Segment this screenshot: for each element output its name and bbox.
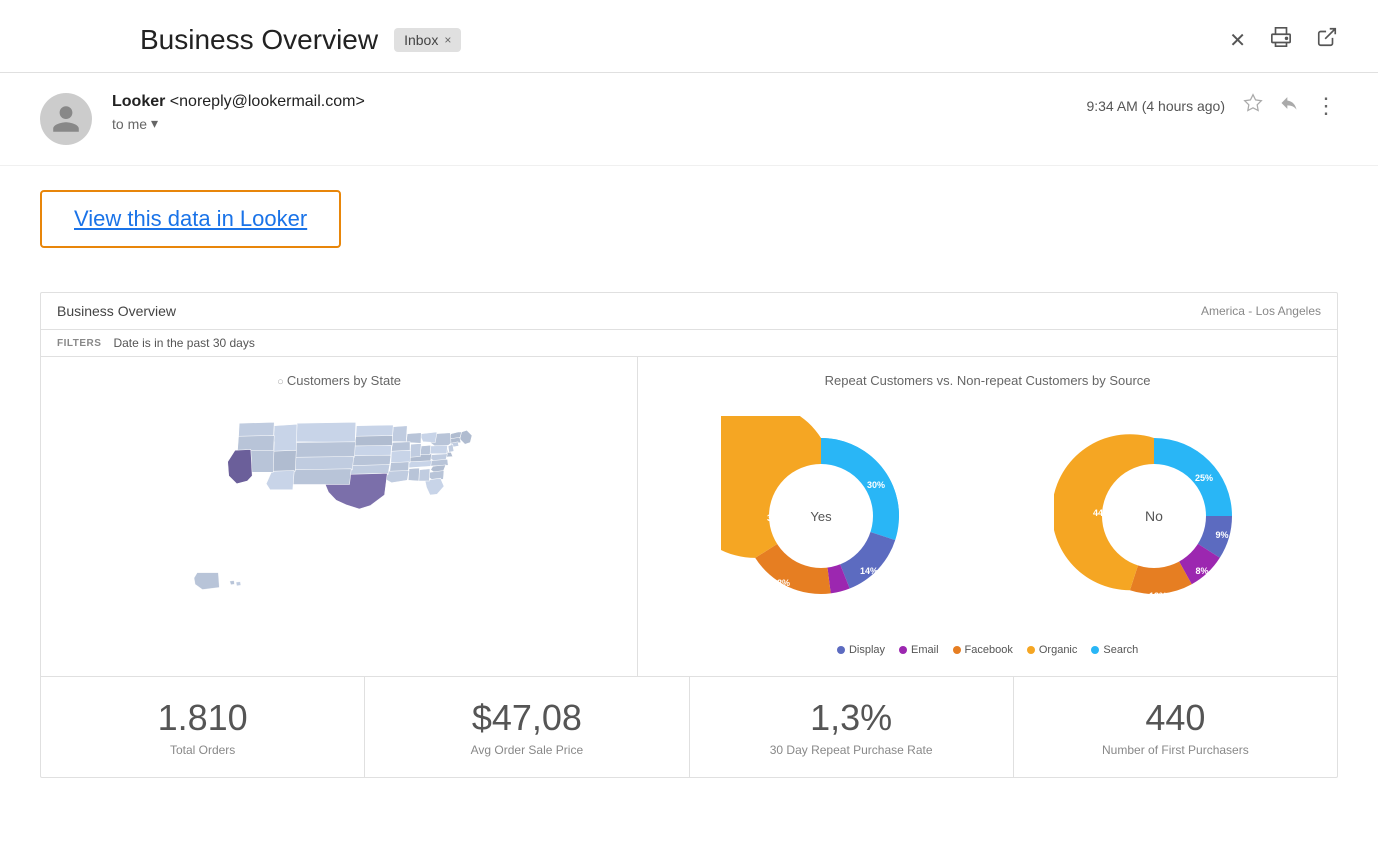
legend-search-dot (1091, 646, 1099, 654)
legend-email: Email (899, 644, 939, 656)
dashboard-filters: FILTERS Date is in the past 30 days (41, 330, 1337, 357)
svg-text:9%: 9% (1216, 530, 1229, 540)
stats-row: 1.810 Total Orders $47,08 Avg Order Sale… (41, 677, 1337, 777)
dashboard-title: Business Overview (57, 303, 176, 319)
sender-name: Looker (112, 93, 165, 110)
donut-chart-title: Repeat Customers vs. Non-repeat Customer… (654, 373, 1321, 388)
dashboard-header: Business Overview America - Los Angeles (41, 293, 1337, 330)
stat-total-orders: 1.810 Total Orders (41, 677, 365, 777)
svg-text:No: No (1145, 508, 1163, 524)
map-panel: ○ Customers by State (41, 357, 638, 676)
legend-search-label: Search (1103, 644, 1138, 656)
donut-no: No 25% 9% 8% 13% 44% (1054, 416, 1254, 616)
sender-row: Looker <noreply@lookermail.com> to me ▾ … (0, 73, 1378, 166)
open-external-icon[interactable] (1316, 26, 1338, 54)
avatar (40, 93, 92, 145)
legend-display: Display (837, 644, 885, 656)
legend-display-dot (837, 646, 845, 654)
svg-text:30%: 30% (867, 480, 885, 490)
stat-total-orders-value: 1.810 (57, 697, 348, 739)
star-icon[interactable] (1243, 93, 1263, 119)
collapse-icon[interactable]: ✕ (1229, 28, 1246, 53)
svg-text:13%: 13% (1149, 591, 1167, 601)
inbox-label: Inbox (404, 32, 438, 48)
more-icon[interactable]: ⋮ (1315, 93, 1338, 119)
sender-meta: 9:34 AM (4 hours ago) ⋮ (1086, 93, 1338, 119)
chart-legend: Display Email Facebook Organic (654, 636, 1321, 660)
map-chart-title: ○ Customers by State (57, 373, 621, 388)
view-looker-link[interactable]: View this data in Looker (40, 190, 341, 248)
stat-first-purchasers: 440 Number of First Purchasers (1014, 677, 1337, 777)
svg-text:25%: 25% (1195, 473, 1213, 483)
sender-info: Looker <noreply@lookermail.com> to me ▾ (112, 93, 1086, 132)
email-title-area: Business Overview Inbox × (140, 24, 461, 56)
sender-to-text: to me (112, 116, 147, 132)
map-container (57, 396, 621, 636)
svg-text:14%: 14% (860, 566, 878, 576)
dashboard-embed: Business Overview America - Los Angeles … (40, 292, 1338, 778)
donut-yes-chart: Yes 30% 14% 4% 18% 35% (721, 416, 921, 616)
sender-to-chevron[interactable]: ▾ (151, 115, 158, 132)
filters-label: FILTERS (57, 338, 101, 349)
legend-organic-dot (1027, 646, 1035, 654)
inbox-close-icon[interactable]: × (444, 33, 451, 47)
email-body: View this data in Looker Business Overvi… (0, 166, 1378, 802)
sender-time: 9:34 AM (4 hours ago) (1086, 98, 1225, 114)
legend-email-label: Email (911, 644, 939, 656)
email-title: Business Overview (140, 24, 378, 56)
legend-facebook: Facebook (953, 644, 1013, 656)
dashboard-timezone: America - Los Angeles (1201, 304, 1321, 318)
svg-text:35%: 35% (767, 513, 785, 523)
sender-to: to me ▾ (112, 115, 1086, 132)
donut-panel: Repeat Customers vs. Non-repeat Customer… (638, 357, 1337, 676)
svg-text:4%: 4% (814, 593, 827, 603)
legend-search: Search (1091, 644, 1138, 656)
svg-text:18%: 18% (772, 578, 790, 588)
view-looker-container: View this data in Looker (40, 190, 1338, 272)
reply-icon[interactable] (1279, 93, 1299, 119)
legend-facebook-label: Facebook (965, 644, 1013, 656)
svg-text:44%: 44% (1093, 508, 1111, 518)
sender-name-line: Looker <noreply@lookermail.com> (112, 93, 1086, 111)
donut-yes: Yes 30% 14% 4% 18% 35% (721, 416, 921, 616)
stat-first-purchasers-label: Number of First Purchasers (1030, 743, 1321, 757)
legend-email-dot (899, 646, 907, 654)
sender-actions: ⋮ (1243, 93, 1338, 119)
stat-avg-order-label: Avg Order Sale Price (381, 743, 672, 757)
donut-no-chart: No 25% 9% 8% 13% 44% (1054, 416, 1254, 616)
print-icon[interactable] (1270, 26, 1292, 54)
legend-facebook-dot (953, 646, 961, 654)
avatar-icon (50, 103, 82, 135)
stat-avg-order: $47,08 Avg Order Sale Price (365, 677, 689, 777)
stat-repeat-rate-label: 30 Day Repeat Purchase Rate (706, 743, 997, 757)
stat-repeat-rate-value: 1,3% (706, 697, 997, 739)
header-icons: ✕ (1229, 26, 1338, 54)
stat-avg-order-value: $47,08 (381, 697, 672, 739)
svg-text:Yes: Yes (810, 509, 832, 524)
donuts-container: Yes 30% 14% 4% 18% 35% (654, 396, 1321, 636)
email-header: Business Overview Inbox × ✕ (0, 0, 1378, 73)
charts-row: ○ Customers by State (41, 357, 1337, 677)
stat-total-orders-label: Total Orders (57, 743, 348, 757)
legend-organic: Organic (1027, 644, 1078, 656)
svg-text:8%: 8% (1196, 566, 1209, 576)
stat-first-purchasers-value: 440 (1030, 697, 1321, 739)
inbox-badge: Inbox × (394, 28, 461, 52)
us-map-svg (154, 411, 524, 621)
sender-email: <noreply@lookermail.com> (170, 93, 365, 110)
legend-organic-label: Organic (1039, 644, 1078, 656)
filter-value: Date is in the past 30 days (113, 336, 254, 350)
stat-repeat-rate: 1,3% 30 Day Repeat Purchase Rate (690, 677, 1014, 777)
legend-display-label: Display (849, 644, 885, 656)
